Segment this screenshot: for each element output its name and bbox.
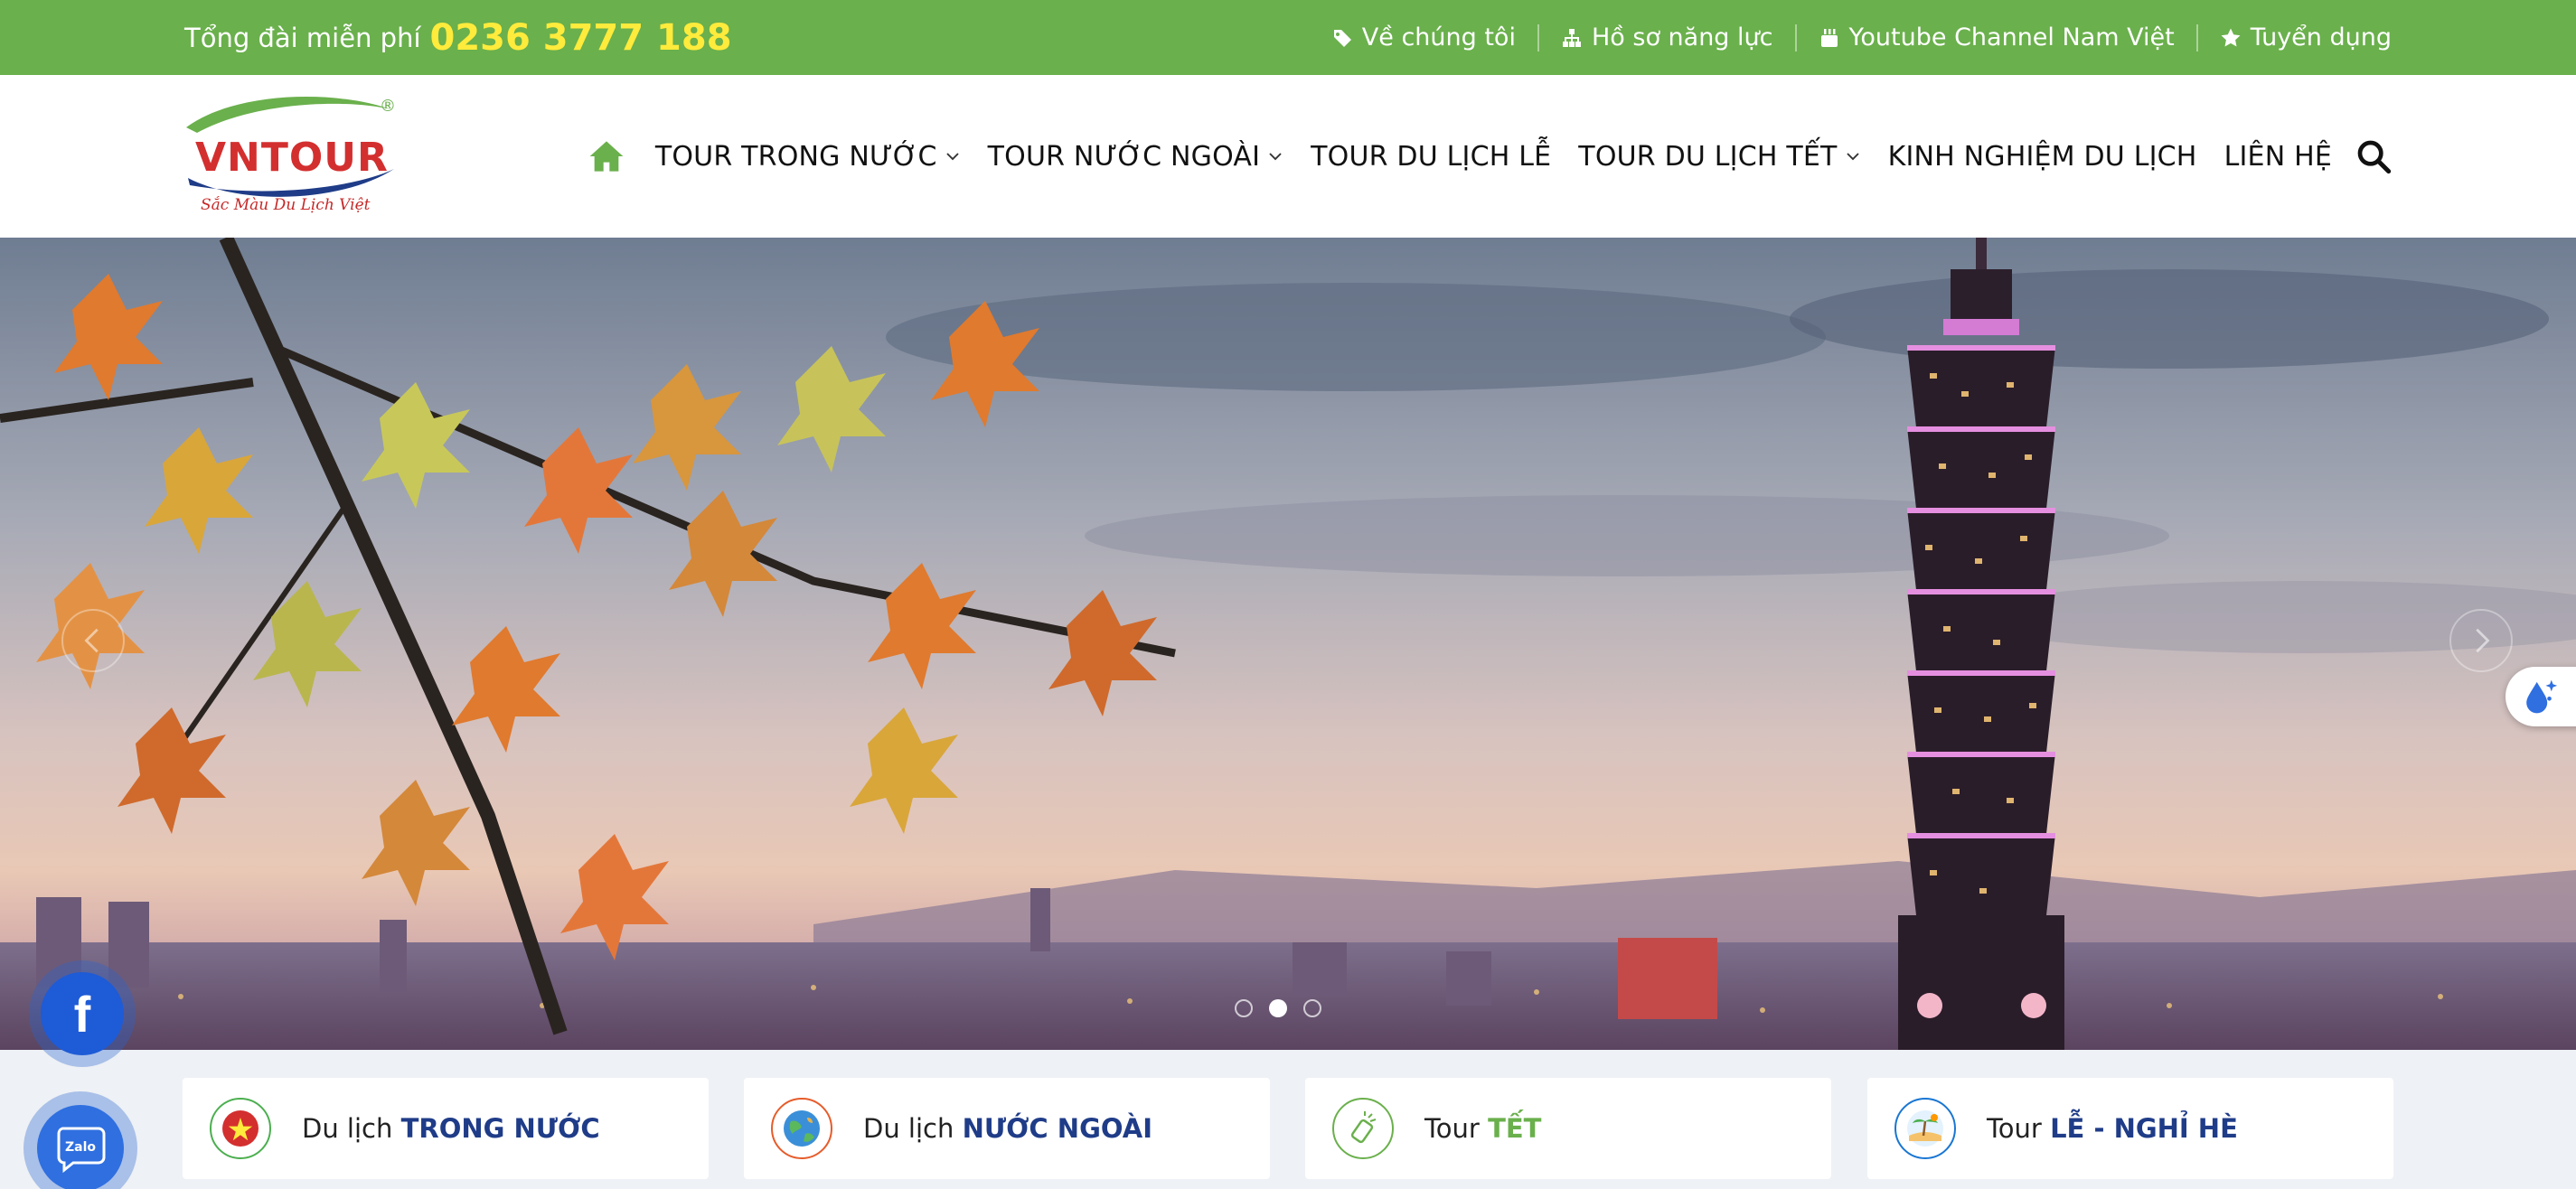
nav-travel-tips-label: KINH NGHIỆM DU LỊCH [1887, 140, 2197, 173]
home-icon[interactable] [588, 138, 625, 174]
svg-text:Zalo: Zalo [65, 1140, 96, 1155]
nav-domestic-tours-label: TOUR TRONG NƯỚC [654, 140, 937, 173]
top-link-about[interactable]: Về chúng tôi [1331, 23, 1516, 51]
nav-travel-tips[interactable]: KINH NGHIỆM DU LỊCH [1888, 141, 2197, 173]
top-link-youtube[interactable]: Youtube Channel Nam Việt [1819, 23, 2175, 51]
hotline-label: Tổng đài miễn phí [184, 22, 421, 53]
top-link-profile[interactable]: Hồ sơ năng lực [1561, 23, 1773, 51]
category-label: Tour LỄ - NGHỈ HÈ [1987, 1113, 2238, 1144]
youtube-icon [1820, 28, 1838, 47]
category-card-domestic[interactable]: Du lịch TRONG NƯỚC [183, 1078, 709, 1179]
search-icon[interactable] [2355, 138, 2392, 174]
category-card-holiday[interactable]: Tour LỄ - NGHỈ HÈ [1867, 1078, 2393, 1179]
nav-holiday-tours[interactable]: TOUR DU LỊCH LỄ [1311, 141, 1551, 173]
top-bar: Tổng đài miễn phí 0236 3777 188 Về chúng… [0, 0, 2576, 75]
facebook-icon: f [41, 972, 124, 1055]
slider-dot[interactable] [1235, 999, 1253, 1017]
chevron-down-icon [1846, 153, 1859, 161]
nav-holiday-tours-label: TOUR DU LỊCH LỄ [1311, 140, 1552, 173]
category-label: Du lịch NƯỚC NGOÀI [863, 1113, 1152, 1144]
hotline: Tổng đài miễn phí 0236 3777 188 [184, 0, 732, 75]
chevron-down-icon [945, 153, 959, 161]
top-link-profile-label: Hồ sơ năng lực [1591, 23, 1773, 51]
zalo-button[interactable]: Zalo [24, 1091, 137, 1189]
svg-text:VNTOUR: VNTOUR [195, 135, 389, 181]
logo[interactable]: VNTOUR ® Sắc Màu Du Lịch Việt [181, 91, 407, 227]
main-nav: TOUR TRONG NƯỚC TOUR NƯỚC NGOÀI TOUR DU … [588, 75, 2392, 238]
category-cards: Du lịch TRONG NƯỚC Du lịch NƯỚC NGOÀI To… [183, 1078, 2393, 1179]
hero-slider[interactable] [0, 238, 2576, 1050]
top-link-about-label: Về chúng tôi [1361, 23, 1516, 51]
svg-text:®: ® [380, 97, 396, 116]
hero-image [0, 238, 2576, 1050]
slider-dot[interactable] [1303, 999, 1321, 1017]
chevron-right-icon [2476, 628, 2490, 653]
top-link-careers-label: Tuyển dụng [2250, 23, 2392, 51]
category-label: Du lịch TRONG NƯỚC [302, 1113, 600, 1144]
category-card-international[interactable]: Du lịch NƯỚC NGOÀI [744, 1078, 1270, 1179]
facebook-button[interactable]: f [29, 960, 136, 1067]
star-icon [2221, 28, 2241, 46]
nav-international-tours[interactable]: TOUR NƯỚC NGOÀI [988, 141, 1283, 173]
top-link-youtube-label: Youtube Channel Nam Việt [1848, 23, 2175, 51]
globe-icon [771, 1098, 832, 1159]
chevron-down-icon [1269, 153, 1282, 161]
divider [1537, 23, 1539, 51]
site-header: VNTOUR ® Sắc Màu Du Lịch Việt TOUR TRONG… [0, 75, 2576, 238]
sitemap-icon [1562, 28, 1581, 47]
water-drop-icon [2526, 679, 2558, 714]
prev-slide-button[interactable] [61, 609, 125, 672]
slider-dots [1235, 999, 1321, 1017]
zalo-icon: Zalo [37, 1105, 124, 1189]
vietnam-flag-icon [210, 1098, 271, 1159]
nav-tet-tours[interactable]: TOUR DU LỊCH TẾT [1578, 141, 1860, 173]
hotline-number[interactable]: 0236 3777 188 [430, 17, 732, 59]
top-links: Về chúng tôi Hồ sơ năng lực Youtube Chan… [1331, 0, 2392, 75]
nav-international-tours-label: TOUR NƯỚC NGOÀI [987, 140, 1261, 173]
next-slide-button[interactable] [2449, 609, 2513, 672]
nav-tet-tours-label: TOUR DU LỊCH TẾT [1578, 140, 1838, 173]
tag-icon [1332, 29, 1351, 47]
accessibility-widget[interactable] [2505, 667, 2576, 726]
category-card-tet[interactable]: Tour TẾT [1305, 1078, 1831, 1179]
divider [1794, 23, 1797, 51]
beach-icon [1894, 1098, 1956, 1159]
tower [1898, 238, 2064, 1050]
category-label: Tour TẾT [1424, 1113, 1542, 1144]
top-link-careers[interactable]: Tuyển dụng [2220, 23, 2392, 51]
nav-contact-label: LIÊN HỆ [2223, 140, 2332, 173]
chevron-left-icon [84, 628, 99, 653]
nav-contact[interactable]: LIÊN HỆ [2224, 141, 2332, 173]
divider [2195, 23, 2198, 51]
firecracker-icon [1332, 1098, 1394, 1159]
slider-dot-active[interactable] [1269, 999, 1287, 1017]
nav-domestic-tours[interactable]: TOUR TRONG NƯỚC [655, 141, 961, 173]
logo-tagline: Sắc Màu Du Lịch Việt [201, 196, 371, 214]
